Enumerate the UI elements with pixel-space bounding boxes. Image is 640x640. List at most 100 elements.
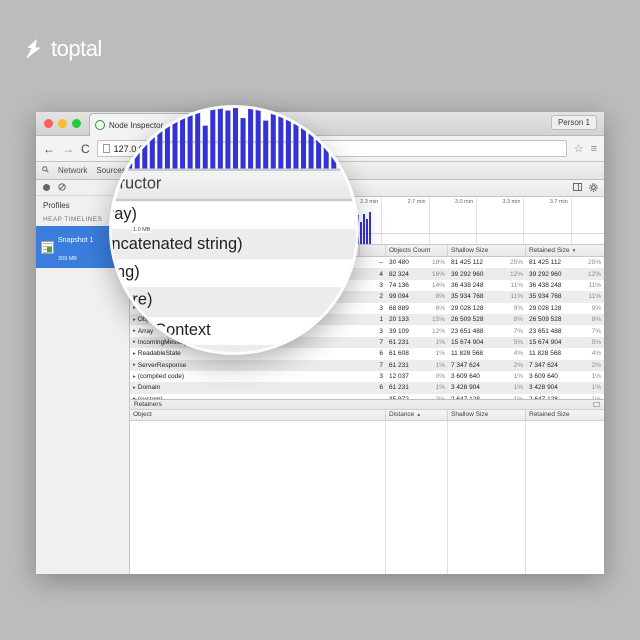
table-row[interactable]: ▸ Domain 6 61 231 1% 3 428 904 1% 3 428 904 1% bbox=[130, 382, 604, 394]
cell-distance: 4 bbox=[379, 270, 383, 278]
cell-distance: 3 bbox=[379, 327, 383, 335]
objects-count-value: 68 889 bbox=[389, 304, 409, 312]
timeline-bar bbox=[338, 119, 344, 169]
timeline-bar bbox=[360, 222, 362, 244]
retainers-column-shallow-size: Shallow Size bbox=[448, 409, 526, 420]
maximize-window-button[interactable] bbox=[72, 119, 81, 128]
timeline-bar bbox=[149, 126, 155, 169]
cell-objects-count: 12 037 0% bbox=[386, 373, 448, 380]
table-row[interactable]: ▸(closure)299 0948%35 934 76811%35 934 7… bbox=[112, 287, 356, 317]
timeline-bar bbox=[157, 108, 163, 169]
retainers-empty-shallow-col bbox=[448, 420, 526, 574]
column-header-objects-count[interactable]: Objects Count bbox=[386, 245, 448, 256]
snapshot-name: Snapshot 1 bbox=[58, 237, 94, 244]
bookmark-star-icon[interactable]: ☆ bbox=[574, 142, 584, 155]
sort-descending-icon: ▼ bbox=[571, 247, 577, 254]
cell-retained-size: 3 609 640 1% bbox=[526, 373, 604, 380]
timeline-bar bbox=[134, 108, 140, 169]
reload-icon[interactable]: C bbox=[81, 142, 90, 156]
cell-constructor: ▸Object bbox=[112, 350, 356, 352]
cell-objects-count: 99 094 8% bbox=[386, 293, 448, 300]
table-row[interactable]: ▸(string)374 13614%36 438 24811%36 438 2… bbox=[112, 259, 356, 288]
tab-network[interactable]: Network bbox=[58, 166, 87, 175]
table-row[interactable]: ▸Object120 13315%26 509 5288%26 509 5288… bbox=[112, 344, 356, 352]
objects-count-percent: 1% bbox=[435, 338, 445, 346]
window-controls[interactable] bbox=[36, 119, 81, 128]
retained-size-percent: 25% bbox=[587, 259, 601, 267]
dock-icon[interactable] bbox=[573, 182, 582, 194]
timeline-bar bbox=[366, 219, 368, 244]
devtools-search-icon[interactable] bbox=[42, 166, 49, 175]
timeline-bar bbox=[369, 212, 371, 244]
timeline-tick-label: 2.7 min bbox=[407, 199, 426, 205]
column-header-shallow-size[interactable]: Shallow Size bbox=[448, 245, 526, 256]
toptal-mark-icon bbox=[24, 38, 44, 60]
cell-shallow-size: 3 609 640 1% bbox=[448, 373, 526, 380]
cell-shallow-size: 35 934 768 11% bbox=[448, 293, 526, 300]
column-header-retained-size-label: Retained Size bbox=[529, 247, 570, 254]
close-window-button[interactable] bbox=[44, 119, 53, 128]
heap-timeline-chart[interactable]: 20.00 s40.00 s2.3 min2.7 min3.0 min3.3 m… bbox=[112, 108, 356, 171]
cell-shallow-size: 36 438 248 11% bbox=[448, 282, 526, 289]
retained-size-percent: 5% bbox=[591, 338, 601, 346]
timeline-bar bbox=[357, 215, 359, 244]
retained-size-percent: 1% bbox=[591, 373, 601, 381]
cell-constructor: ▸ (compiled code) bbox=[130, 373, 360, 380]
column-header-distance[interactable] bbox=[360, 245, 386, 256]
table-row[interactable]: ▸(concatenated string)482 32416%39 292 9… bbox=[112, 229, 356, 259]
timeline-tick-label: 3.3 min bbox=[502, 199, 521, 205]
objects-count-value: 61 608 bbox=[389, 350, 409, 358]
timeline-bar bbox=[217, 108, 223, 169]
retainers-column-distance[interactable]: Distance ▲ bbox=[386, 409, 448, 420]
minimize-window-button[interactable] bbox=[58, 119, 67, 128]
table-row[interactable]: ▸(array)–30 48019%81 425 11225%81 425 11… bbox=[112, 201, 356, 230]
constructor-name: (string) bbox=[112, 264, 140, 282]
profile-person-button[interactable]: Person 1 bbox=[550, 115, 597, 130]
retainers-header: Retainers bbox=[130, 398, 604, 410]
table-row[interactable]: ▸ ServerResponse 7 61 231 1% 7 347 624 2% 7 347… bbox=[130, 359, 604, 371]
menu-icon[interactable]: ≡ bbox=[591, 143, 597, 155]
cell-distance: 7 bbox=[379, 338, 383, 346]
cell-retained-size: 29 028 128 9% bbox=[526, 305, 604, 312]
shallow-size-value: 7 347 624 bbox=[451, 361, 480, 369]
retained-size-value: 29 028 128 bbox=[529, 304, 562, 312]
retainers-column-object[interactable]: Object bbox=[130, 409, 386, 420]
expand-triangle-icon[interactable]: ▸ bbox=[133, 385, 136, 391]
constructor-grid-rows: ▸(array)–30 48019%81 425 11225%81 425 11… bbox=[112, 201, 356, 352]
objects-count-percent: 1% bbox=[435, 361, 445, 369]
table-row[interactable]: ▸system / Context368 8896%29 028 1289%29… bbox=[112, 316, 356, 345]
cell-distance: 6 bbox=[379, 384, 383, 392]
column-header-constructor[interactable]: Constructor bbox=[112, 171, 356, 199]
table-row[interactable]: ▸ (compiled code) 3 12 037 0% 3 609 640 1% 3 60… bbox=[130, 371, 604, 382]
cell-distance: 3 bbox=[379, 373, 383, 381]
timeline-bar bbox=[127, 121, 133, 169]
cell-retained-size: 7 347 624 2% bbox=[526, 362, 604, 369]
expand-triangle-icon[interactable]: ▸ bbox=[133, 362, 136, 368]
clear-icon[interactable] bbox=[58, 182, 66, 193]
constructor-grid: Constructor Objects Count Shallow Size R… bbox=[112, 171, 356, 352]
column-header-retained-size[interactable]: Retained Size ▼ bbox=[526, 245, 604, 256]
cell-distance: 2 bbox=[379, 293, 383, 301]
timeline-tick-label: 3.0 min bbox=[454, 199, 474, 205]
retainers-empty-object-col bbox=[130, 420, 386, 574]
shallow-size-percent: 5% bbox=[513, 338, 523, 346]
constructor-name: Object bbox=[112, 350, 136, 352]
shallow-size-percent: 9% bbox=[513, 304, 523, 312]
toptal-logo: toptal bbox=[24, 36, 102, 62]
record-icon[interactable] bbox=[43, 184, 50, 191]
resize-grip-icon[interactable] bbox=[593, 401, 600, 407]
objects-count-value: 20 133 bbox=[389, 316, 409, 324]
snapshot-icon bbox=[41, 240, 54, 254]
expand-triangle-icon[interactable]: ▸ bbox=[133, 374, 136, 380]
cell-retained-size: 11 828 568 4% bbox=[526, 350, 604, 357]
cell-retained-size: 3 428 904 1% bbox=[526, 384, 604, 391]
cell-shallow-size: 11 828 568 4% bbox=[448, 350, 526, 357]
gear-icon[interactable] bbox=[589, 182, 598, 194]
timeline-bar bbox=[353, 108, 356, 169]
timeline-memory-label: 1.0 MB bbox=[112, 125, 124, 141]
cell-constructor: ▸system / Context bbox=[112, 322, 356, 340]
back-icon[interactable]: ← bbox=[43, 142, 55, 156]
constructor-name: (concatenated string) bbox=[112, 235, 243, 254]
forward-icon[interactable]: → bbox=[62, 142, 74, 156]
retainers-empty-retained-col bbox=[526, 421, 604, 575]
